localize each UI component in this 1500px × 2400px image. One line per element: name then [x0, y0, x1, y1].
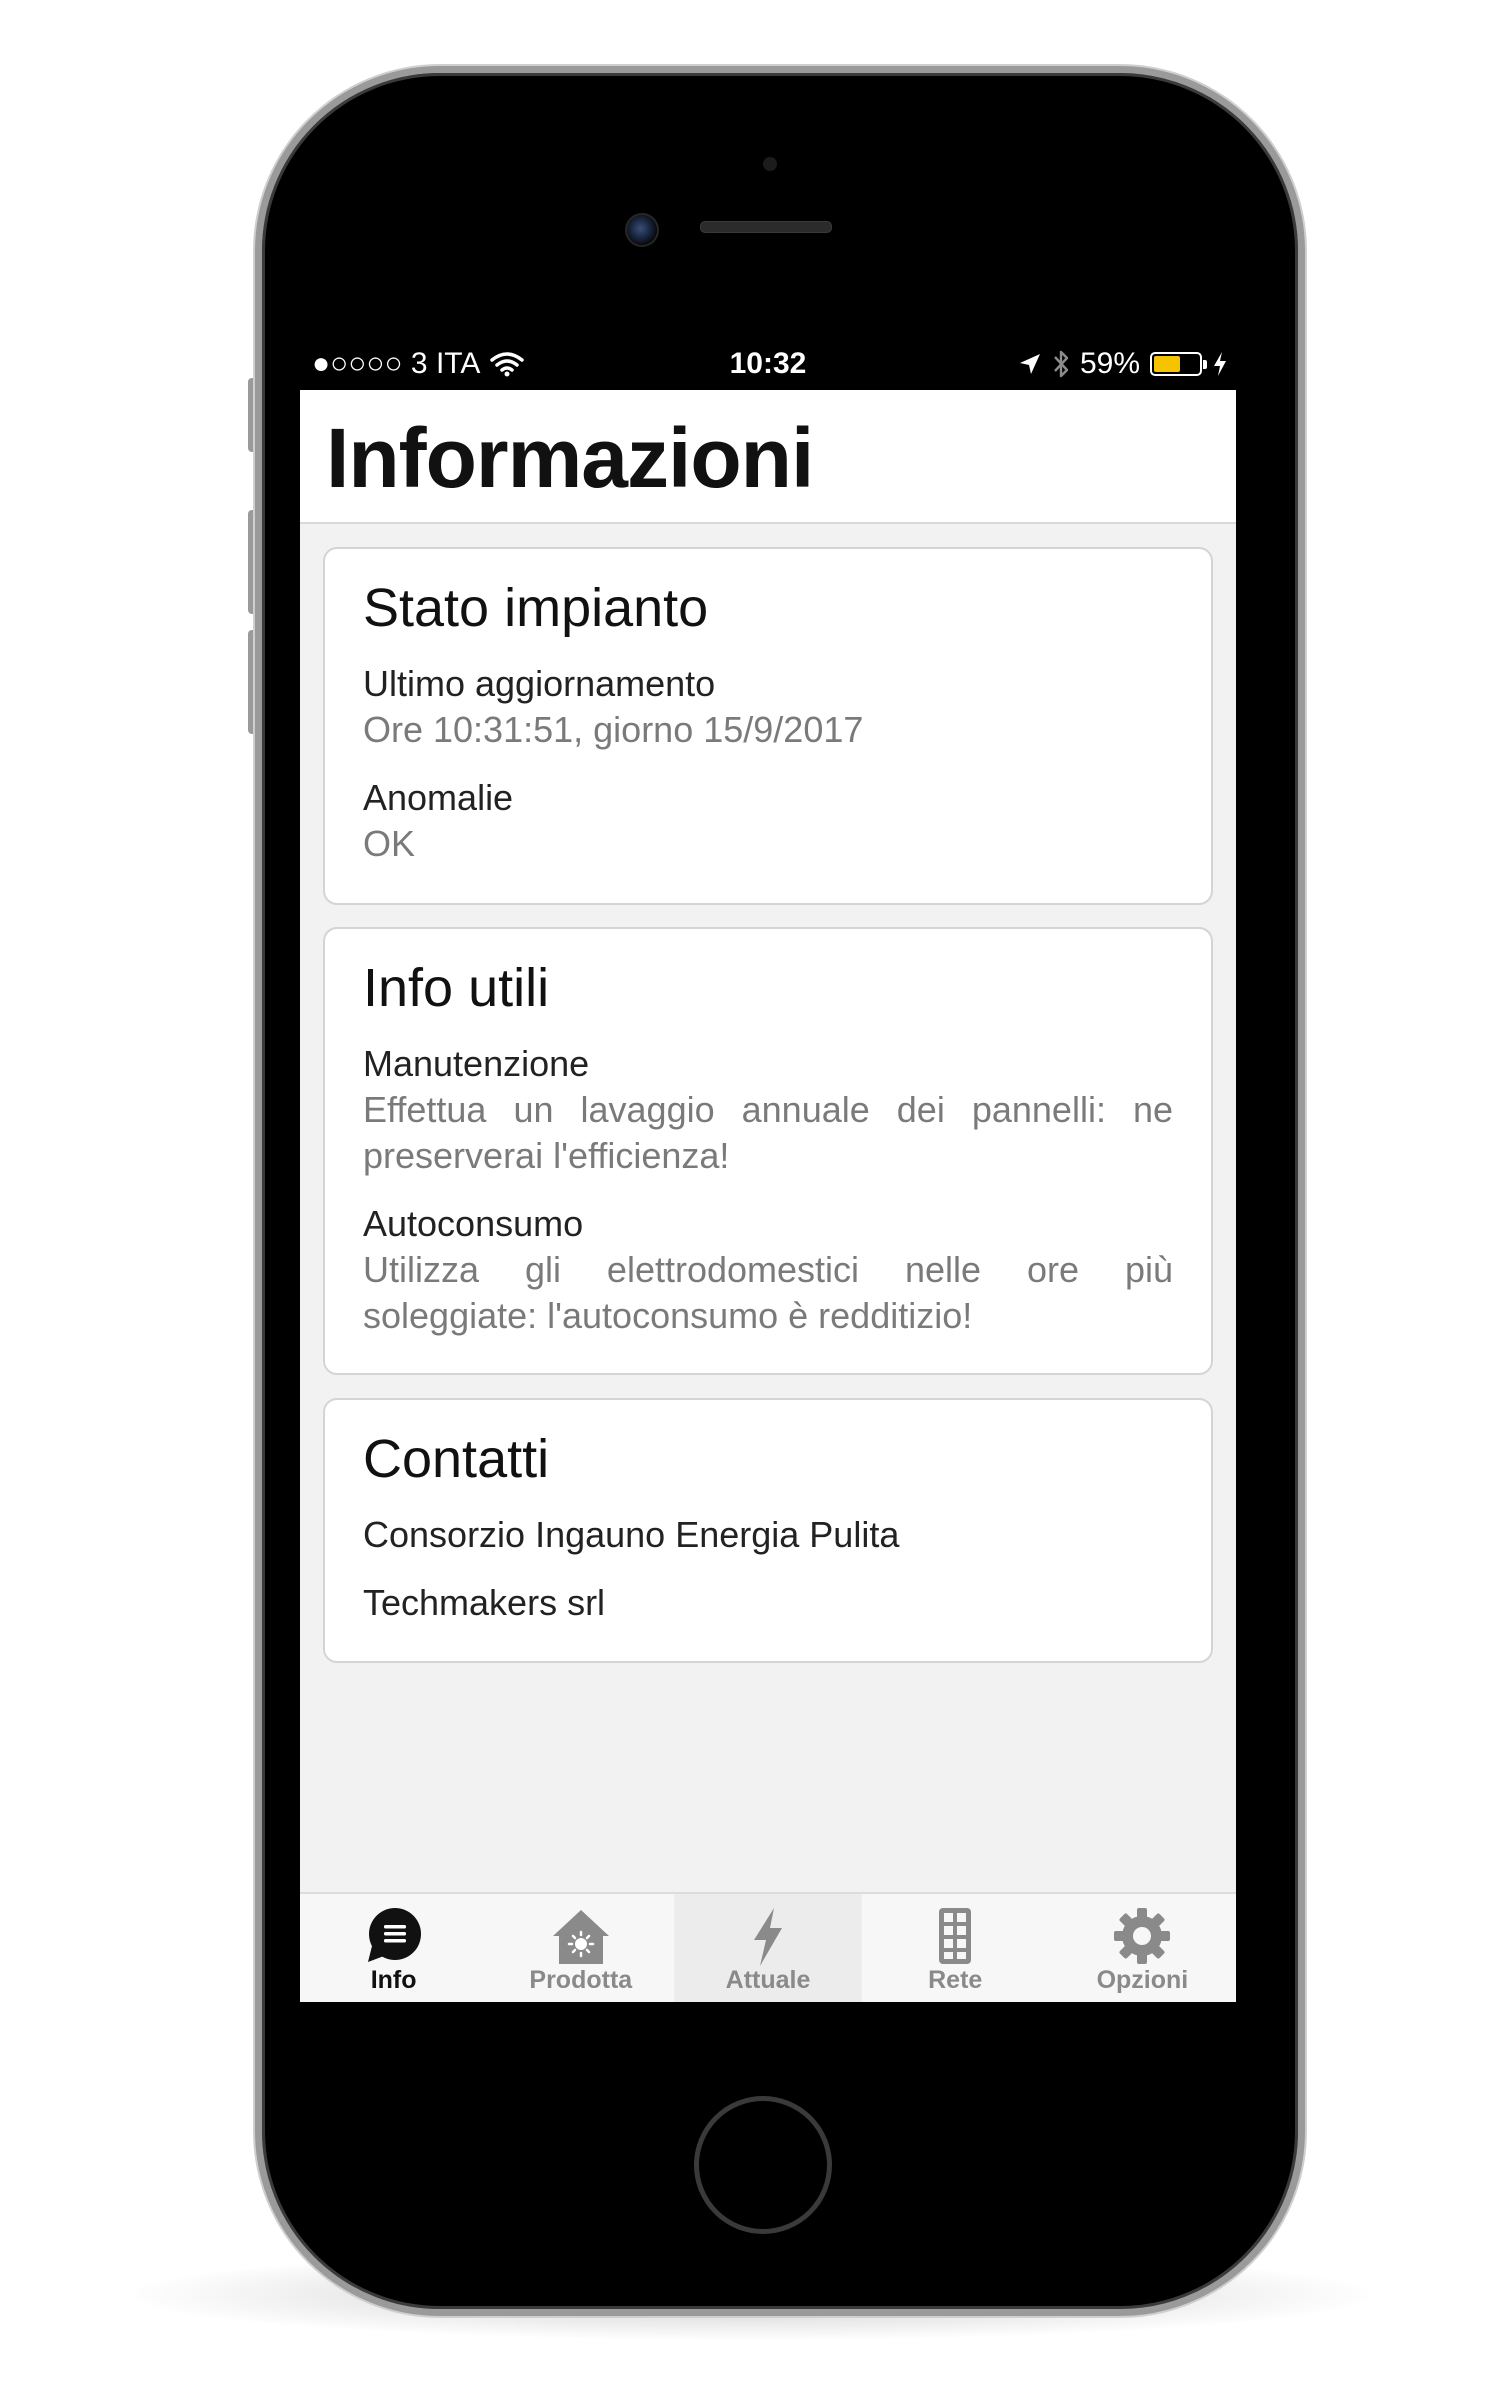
app-screen: Informazioni Stato impianto Ultimo aggio… [300, 390, 1236, 2002]
battery-percent: 59% [1079, 347, 1140, 380]
tab-opzioni[interactable]: Opzioni [1049, 1894, 1236, 2002]
contact-item: Consorzio Ingauno Energia Pulita [363, 1514, 900, 1555]
tab-info[interactable]: Info [300, 1894, 487, 2002]
tab-label: Rete [928, 1966, 983, 1994]
tab-rete[interactable]: Rete [862, 1894, 1049, 2002]
battery-icon [1150, 352, 1207, 376]
self-consumption-value: Utilizza gli elettrodomestici nelle ore … [363, 1249, 1173, 1336]
house-sun-icon [552, 1910, 609, 1964]
chat-bubble-list-icon [367, 1908, 421, 1962]
last-update-label: Ultimo aggiornamento [363, 663, 716, 704]
page-title: Informazioni [326, 411, 814, 505]
tab-attuale[interactable]: Attuale [674, 1894, 862, 2002]
front-camera [625, 213, 659, 247]
earpiece-speaker [700, 221, 832, 233]
location-arrow-icon [1019, 354, 1040, 374]
home-button[interactable] [694, 2096, 832, 2234]
battery-fill [1154, 356, 1180, 372]
solar-panel-icon [939, 1908, 972, 1964]
self-consumption-label: Autoconsumo [363, 1203, 584, 1244]
tab-label: Attuale [725, 1966, 811, 1994]
charging-bolt-icon [1214, 352, 1226, 376]
bluetooth-icon [1054, 350, 1069, 378]
lightning-bolt-icon [754, 1908, 782, 1966]
last-update-value: Ore 10:31:51, giorno 15/9/2017 [363, 709, 864, 750]
card-stato-impianto: Stato impianto Ultimo aggiornamento Ore … [323, 547, 1213, 905]
anomalies-value: OK [363, 823, 416, 864]
tab-bar: Info Prodotta Attuale Rete Opzioni [300, 1892, 1236, 2002]
status-bar: ●○○○○ 3 ITA 10:32 59% [300, 342, 1236, 386]
contact-item: Techmakers srl [363, 1582, 606, 1623]
card-title: Stato impianto [363, 578, 709, 638]
card-title: Info utili [363, 958, 550, 1018]
maintenance-label: Manutenzione [363, 1043, 590, 1084]
card-info-utili: Info utili Manutenzione Effettua un lava… [323, 927, 1213, 1375]
battery-nub [1203, 360, 1207, 369]
proximity-sensor [763, 157, 777, 171]
anomalies-label: Anomalie [363, 777, 514, 818]
card-contatti: Contatti Consorzio Ingauno Energia Pulit… [323, 1398, 1213, 1663]
status-bar-right: 59% [1018, 342, 1228, 386]
tab-label: Opzioni [1096, 1966, 1189, 1994]
gear-icon [1114, 1908, 1171, 1964]
tab-label: Prodotta [529, 1966, 633, 1994]
maintenance-value: Effettua un lavaggio annuale dei pannell… [363, 1089, 1173, 1176]
tab-prodotta[interactable]: Prodotta [487, 1894, 674, 2002]
card-title: Contatti [363, 1429, 550, 1489]
tab-label: Info [370, 1966, 417, 1994]
page-header: Informazioni [300, 390, 1236, 524]
